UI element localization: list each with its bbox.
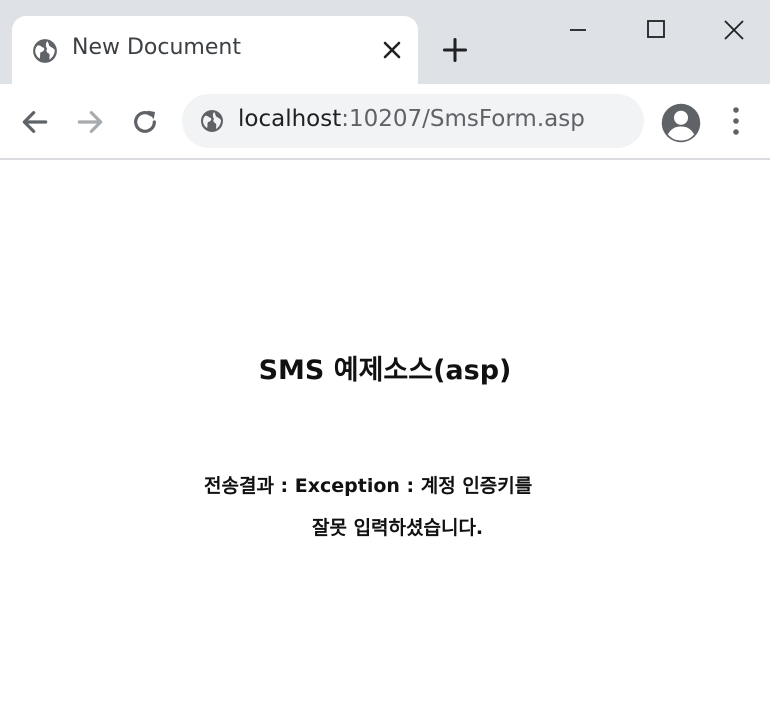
send-result-message: Exception : 계정 인증키를 (294, 475, 533, 497)
page-heading: SMS 예제소스(asp) (258, 355, 512, 386)
kebab-menu-icon[interactable] (724, 104, 748, 138)
close-icon[interactable] (380, 38, 404, 62)
address-bar[interactable]: localhost:10207/SmsForm.asp (182, 94, 644, 148)
send-result-line-1: 전송결과 : Exception : 계정 인증키를 (204, 471, 532, 498)
maximize-icon[interactable] (636, 10, 676, 50)
arrow-right-icon[interactable] (74, 106, 106, 138)
minimize-icon[interactable] (558, 10, 598, 50)
globe-icon[interactable] (200, 109, 224, 133)
browser-window: New Document localhost:10207/SmsForm.asp… (0, 0, 770, 705)
address-path: :10207/SmsForm.asp (341, 106, 585, 132)
tab-strip: New Document (0, 0, 770, 84)
globe-icon (33, 39, 57, 63)
page-content: SMS 예제소스(asp) 전송결과 : Exception : 계정 인증키를… (0, 160, 770, 705)
tab-title: New Document (72, 35, 241, 60)
send-result-label: 전송결과 : (204, 475, 289, 497)
tab-new-document[interactable]: New Document (12, 16, 418, 84)
window-close-icon[interactable] (714, 10, 754, 50)
send-result-line-2: 잘못 입력하셨습니다. (312, 517, 484, 539)
plus-icon[interactable] (441, 36, 469, 64)
account-circle-icon[interactable] (660, 102, 702, 144)
address-url[interactable]: localhost:10207/SmsForm.asp (238, 106, 585, 132)
reload-icon[interactable] (129, 106, 161, 138)
address-host: localhost (238, 106, 342, 132)
arrow-left-icon[interactable] (19, 106, 51, 138)
toolbar: localhost:10207/SmsForm.asp (0, 84, 770, 160)
